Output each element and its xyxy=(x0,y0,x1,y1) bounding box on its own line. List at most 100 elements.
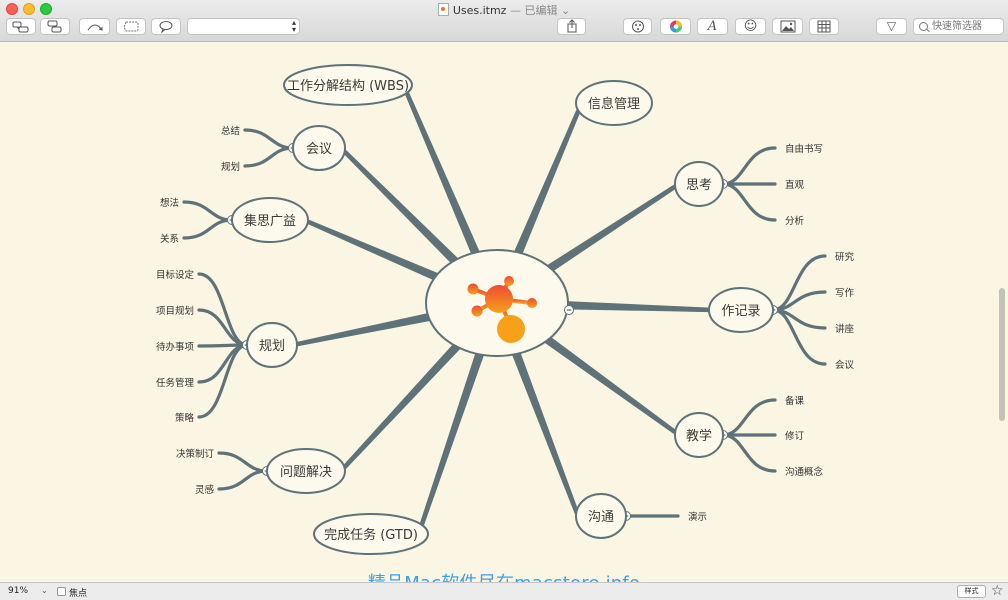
boundary-button[interactable] xyxy=(116,18,146,35)
subtopic-branch xyxy=(243,146,295,168)
subtopic-label[interactable]: 自由书写 xyxy=(785,143,823,155)
focus-label: 焦点 xyxy=(69,589,88,599)
topic-label: 规划 xyxy=(259,339,285,354)
relationship-button[interactable] xyxy=(79,18,110,35)
subtopic-label[interactable]: 目标设定 xyxy=(156,269,195,281)
topic-label: 沟通 xyxy=(588,510,614,525)
quick-filter-search[interactable]: 快速筛选器 xyxy=(913,18,1004,35)
subtopic-label[interactable]: 决策制订 xyxy=(176,448,215,460)
subtopic-branch xyxy=(182,218,234,240)
subtopic-label[interactable]: 写作 xyxy=(835,287,855,299)
subtopic-label[interactable]: 策略 xyxy=(175,412,195,424)
star-icon[interactable]: ☆ xyxy=(991,583,1004,599)
subtopic-branch xyxy=(771,254,827,312)
topic-node[interactable]: 沟通 xyxy=(575,493,627,539)
emoji-icon: ☺ xyxy=(743,19,758,34)
subtopic-branch xyxy=(182,200,234,222)
share-icon xyxy=(567,19,576,33)
topic-label: 作记录 xyxy=(721,304,760,319)
table-button[interactable] xyxy=(809,18,839,35)
title-bar: Uses.itmz — 已编辑 ⌄ ▴ ▾ A ☺ ▽ 快速筛选器 xyxy=(0,0,1008,42)
focus-checkbox[interactable] xyxy=(57,587,66,596)
callout-icon xyxy=(159,21,173,34)
topic-label: 完成任务 (GTD) xyxy=(324,527,418,543)
window-title: Uses.itmz — 已编辑 ⌄ xyxy=(0,2,1008,18)
subtopic-branch xyxy=(721,398,777,437)
subtopic-branch xyxy=(243,128,295,150)
topic-node[interactable]: 思考 xyxy=(674,161,724,207)
text-style-button[interactable]: A xyxy=(697,18,728,35)
zoom-chevron-icon[interactable]: ⌄ xyxy=(41,586,48,595)
subtopic-label[interactable]: 演示 xyxy=(688,511,707,523)
subtopic-label[interactable]: 会议 xyxy=(835,359,855,371)
topic-button[interactable] xyxy=(6,18,36,35)
table-icon xyxy=(817,20,831,33)
subtopic-label[interactable]: 直观 xyxy=(785,179,805,191)
subtopic-label[interactable]: 研究 xyxy=(835,251,855,263)
topic-node[interactable]: 会议 xyxy=(292,125,346,171)
subtopic-label[interactable]: 讲座 xyxy=(835,323,855,335)
subtopic-label[interactable]: 灵感 xyxy=(195,484,215,496)
subtopic-label[interactable]: 总结 xyxy=(221,125,240,137)
topic-style-select[interactable]: ▴ ▾ xyxy=(187,18,300,35)
topic-label: 思考 xyxy=(686,178,712,193)
subtopic-label[interactable]: 任务管理 xyxy=(156,377,195,389)
subtopic-branch xyxy=(217,451,269,473)
subtopic-branch xyxy=(197,308,249,347)
subtopic-label[interactable]: 关系 xyxy=(160,233,179,245)
subtopic-label[interactable]: 项目规划 xyxy=(156,305,194,317)
vertical-scrollbar[interactable] xyxy=(999,288,1005,421)
share-button[interactable] xyxy=(557,18,586,35)
color-wheel-icon xyxy=(669,20,682,33)
edited-label: — 已编辑 xyxy=(509,4,558,17)
search-placeholder: 快速筛选器 xyxy=(932,21,982,32)
subtopic-button[interactable] xyxy=(40,18,70,35)
topic-node[interactable]: 工作分解结构 (WBS) xyxy=(283,64,413,106)
subtopic-label[interactable]: 备课 xyxy=(785,395,805,407)
subtopic-label[interactable]: 分析 xyxy=(785,215,805,227)
title-chevron-icon[interactable]: ⌄ xyxy=(561,4,570,17)
subtopic-branch xyxy=(721,146,777,186)
collapse-toggle[interactable] xyxy=(564,305,574,315)
mind-map[interactable]: 总结规划想法关系目标设定项目规划待办事项任务管理策略决策制订灵感自由书写直观分析… xyxy=(0,42,1008,582)
topic-node[interactable]: 集思广益 xyxy=(231,197,309,243)
subtopic-branch xyxy=(197,343,249,384)
style-button[interactable]: 样式 xyxy=(957,585,986,598)
topic-node[interactable]: 规划 xyxy=(246,322,298,368)
topic-node[interactable]: 完成任务 (GTD) xyxy=(313,513,429,555)
subtopic-branch xyxy=(721,433,777,473)
text-style-icon: A xyxy=(707,19,718,34)
callout-button[interactable] xyxy=(151,18,181,35)
theme-icon xyxy=(631,20,644,33)
topic-label: 工作分解结构 (WBS) xyxy=(287,79,409,94)
document-name: Uses.itmz xyxy=(452,4,507,17)
emoji-button[interactable]: ☺ xyxy=(735,18,766,35)
mind-map-canvas[interactable]: 总结 规划 想法 关系 目标设定 项目规划 待办事项 任务管理 策略 决策制订 灵感 自由书写 直观 分析… xyxy=(0,42,1008,582)
filter-icon: ▽ xyxy=(886,19,897,33)
topic-label: 会议 xyxy=(306,142,332,157)
color-button[interactable] xyxy=(660,18,691,35)
filter-button[interactable]: ▽ xyxy=(876,18,907,35)
subtopic-branch xyxy=(721,182,777,222)
boundary-icon xyxy=(123,21,139,32)
topic-node[interactable]: 作记录 xyxy=(708,287,774,333)
topic-node[interactable]: 教学 xyxy=(674,412,724,458)
subtopic-label[interactable]: 沟通概念 xyxy=(785,466,824,478)
image-icon xyxy=(780,20,795,33)
topic-node[interactable]: 问题解决 xyxy=(266,448,346,494)
topic-label: 教学 xyxy=(686,428,712,444)
central-topic[interactable] xyxy=(425,249,569,357)
document-icon xyxy=(437,3,449,16)
subtopic-label[interactable]: 待办事项 xyxy=(156,341,195,353)
theme-button[interactable] xyxy=(623,18,652,35)
subtopic-label[interactable]: 想法 xyxy=(160,197,179,209)
subtopic-label[interactable]: 规划 xyxy=(221,161,240,173)
topic-icon xyxy=(12,21,29,33)
topic-label: 信息管理 xyxy=(588,96,640,112)
subtopic-label[interactable]: 修订 xyxy=(785,430,805,442)
status-bar: 91% ⌄ 焦点 样式 ☆ xyxy=(0,582,1008,600)
zoom-level[interactable]: 91% xyxy=(8,586,28,596)
image-button[interactable] xyxy=(772,18,803,35)
topic-node[interactable]: 信息管理 xyxy=(575,80,653,126)
subtopic-branch xyxy=(771,308,827,366)
